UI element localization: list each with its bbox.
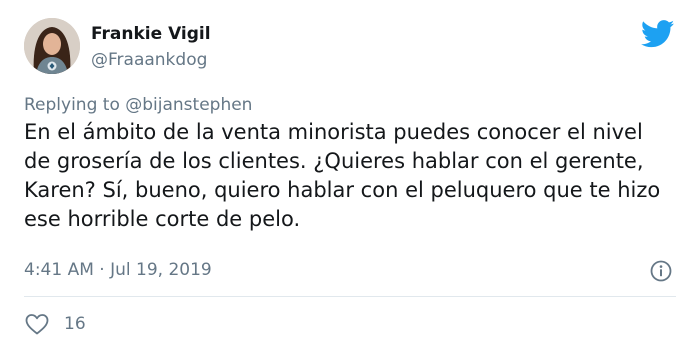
replying-to-prefix: Replying to — [24, 95, 126, 115]
author-handle[interactable]: @Fraaankdog — [91, 50, 207, 70]
like-count: 16 — [64, 314, 86, 334]
avatar-image — [24, 18, 80, 74]
info-icon[interactable] — [649, 259, 673, 283]
replying-to-line: Replying to @bijanstephen — [24, 95, 252, 115]
tweet-text: En el ámbito de la venta minorista puede… — [24, 120, 661, 231]
divider — [24, 296, 676, 297]
heart-icon[interactable] — [24, 312, 50, 336]
twitter-bird-icon[interactable] — [641, 20, 675, 48]
tweet-timestamp[interactable]: 4:41 AM · Jul 19, 2019 — [24, 260, 212, 280]
replying-to-mention[interactable]: @bijanstephen — [125, 95, 252, 115]
like-action[interactable]: 16 — [24, 312, 86, 336]
tweet-card: Frankie Vigil @Fraaankdog Replying to @b… — [0, 0, 700, 350]
author-name[interactable]: Frankie Vigil — [91, 24, 211, 44]
avatar[interactable] — [24, 18, 80, 74]
